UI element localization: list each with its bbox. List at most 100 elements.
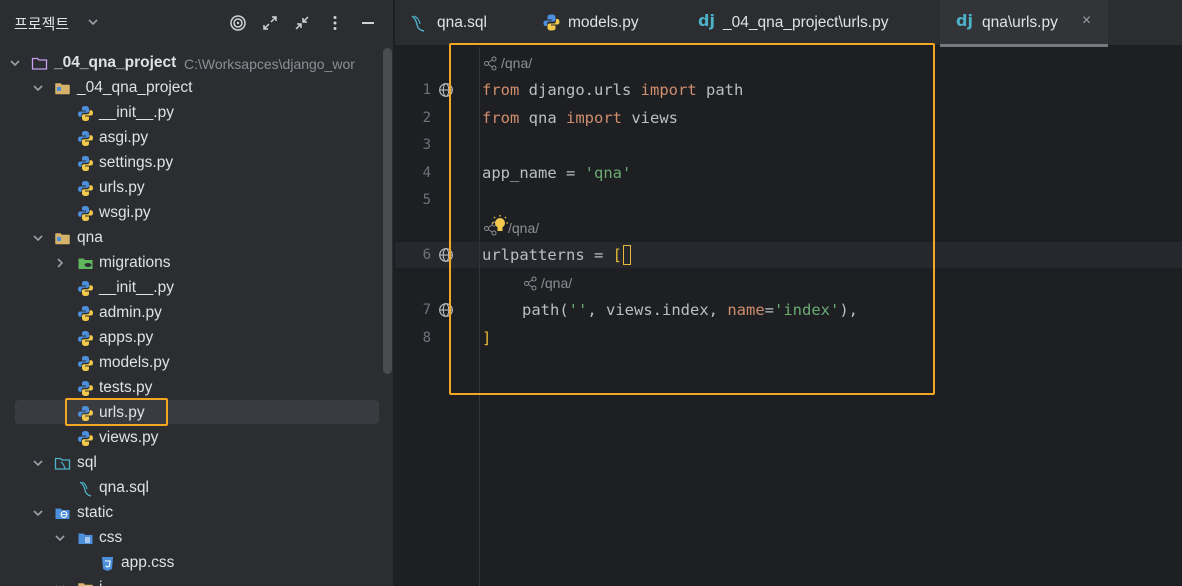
tree-item[interactable]: asgi.py [0,126,380,151]
root-project-name: _04_qna_project [54,54,177,71]
tree-item[interactable]: __init__.py [0,101,380,126]
tree-item[interactable]: static [0,501,380,526]
python-icon [78,356,93,371]
tree-item[interactable]: views.py [0,426,380,451]
tree-item-label: app.css [121,554,175,571]
tree-item[interactable]: migrations [0,251,380,276]
python-icon [78,281,93,296]
tree-item-label: qna [77,229,103,246]
root-project-path: C:\Worksapces\django_wor [184,56,355,72]
tree-item-label: apps.py [99,329,154,346]
sidebar-scrollbar[interactable] [383,48,392,374]
sql-folder-icon [54,457,71,470]
django-icon: dj [956,11,973,30]
target-icon[interactable] [229,14,247,32]
tree-item[interactable]: urls.py [0,401,380,426]
folder-icon [78,583,93,586]
tree-item-label: sql [77,454,97,471]
line-number: 6 [422,247,431,263]
python-icon [78,306,93,321]
tab-label: qna.sql [437,14,487,31]
tree-item-label: qna.sql [99,479,149,496]
static-folder-icon [55,508,70,519]
minimize-icon[interactable] [359,14,377,32]
expand-all-icon[interactable] [261,14,279,32]
folder-icon [55,83,70,95]
migrations-folder-icon [78,258,93,269]
more-options-icon[interactable] [326,14,344,32]
python-icon [78,156,93,171]
tree-item[interactable]: sql [0,451,380,476]
python-icon [78,431,93,446]
tree-item[interactable]: apps.py [0,326,380,351]
tree-item-label: css [99,529,123,546]
line-number: 4 [422,165,431,181]
python-icon [78,106,93,121]
tree-item[interactable]: urls.py [0,176,380,201]
folder-icon [55,233,70,245]
tab-label: _04_qna_project\urls.py [723,14,889,31]
chevron-down-icon[interactable] [31,506,45,520]
tree-item[interactable]: qna [0,226,380,251]
tree-item-label: settings.py [99,154,174,171]
tab-label: models.py [568,14,639,31]
tree-item[interactable]: models.py [0,351,380,376]
tree-item[interactable]: wsgi.py [0,201,380,226]
line-number: 1 [422,82,431,98]
tree-item[interactable]: __init__.py [0,276,380,301]
python-icon [78,181,93,196]
project-view-title[interactable]: 프로젝트 [14,13,69,34]
sidebar-header: 프로젝트 [0,0,393,46]
tree-item[interactable]: admin.py [0,301,380,326]
sql-icon [411,15,425,32]
tree-item-label: urls.py [99,179,145,196]
chevron-down-icon[interactable] [53,581,67,586]
tree-item[interactable]: css [0,526,380,551]
tree-item-label: asgi.py [99,129,149,146]
tree-item-label: admin.py [99,304,162,321]
python-icon [78,381,93,396]
chevron-down-icon[interactable] [31,456,45,470]
tree-item-label: tests.py [99,379,153,396]
tree-item-label: migrations [99,254,171,271]
chevron-down-icon[interactable] [31,81,45,95]
line-number: 7 [422,302,431,318]
tree-item-label: __init__.py [99,104,174,121]
css-icon [102,557,113,571]
chevron-down-icon[interactable] [31,231,45,245]
chevron-down-icon[interactable] [86,15,100,29]
tree-item-label: views.py [99,429,159,446]
chevron-right-icon[interactable] [53,256,67,270]
python-icon [78,331,93,346]
urls-file-highlight-box [65,398,168,426]
chevron-down-icon[interactable] [8,56,22,70]
tab-label: qna\urls.py [982,14,1058,31]
tree-item[interactable]: j [0,576,380,586]
tree-item[interactable]: qna.sql [0,476,380,501]
tree-item[interactable]: settings.py [0,151,380,176]
sql-icon [79,481,92,497]
tree-item-label: __init__.py [99,279,174,296]
tree-root-row[interactable]: _04_qna_project C:\Worksapces\django_wor [0,51,380,76]
line-number: 8 [422,330,431,346]
code-highlight-box [449,43,935,395]
tree-item[interactable]: tests.py [0,376,380,401]
chevron-down-icon[interactable] [53,531,67,545]
tree-item-label: _04_qna_project [77,79,193,96]
python-icon [78,131,93,146]
python-icon [543,14,560,31]
line-number: 3 [422,137,431,153]
django-icon: dj [698,11,715,30]
python-icon [78,206,93,221]
tree-item[interactable]: _04_qna_project [0,76,380,101]
line-number: 5 [422,192,431,208]
project-folder-icon [31,57,48,70]
collapse-all-icon[interactable] [293,14,311,32]
line-number: 2 [422,110,431,126]
tree-item-label: models.py [99,354,170,371]
tree-item[interactable]: app.css [0,551,380,576]
tree-item-label: j [99,579,102,586]
close-icon[interactable]: × [1082,12,1091,30]
project-sidebar: 프로젝트 _04_qna_project C:\Worksapces\djang… [0,0,394,586]
tree-item-label: wsgi.py [99,204,151,221]
